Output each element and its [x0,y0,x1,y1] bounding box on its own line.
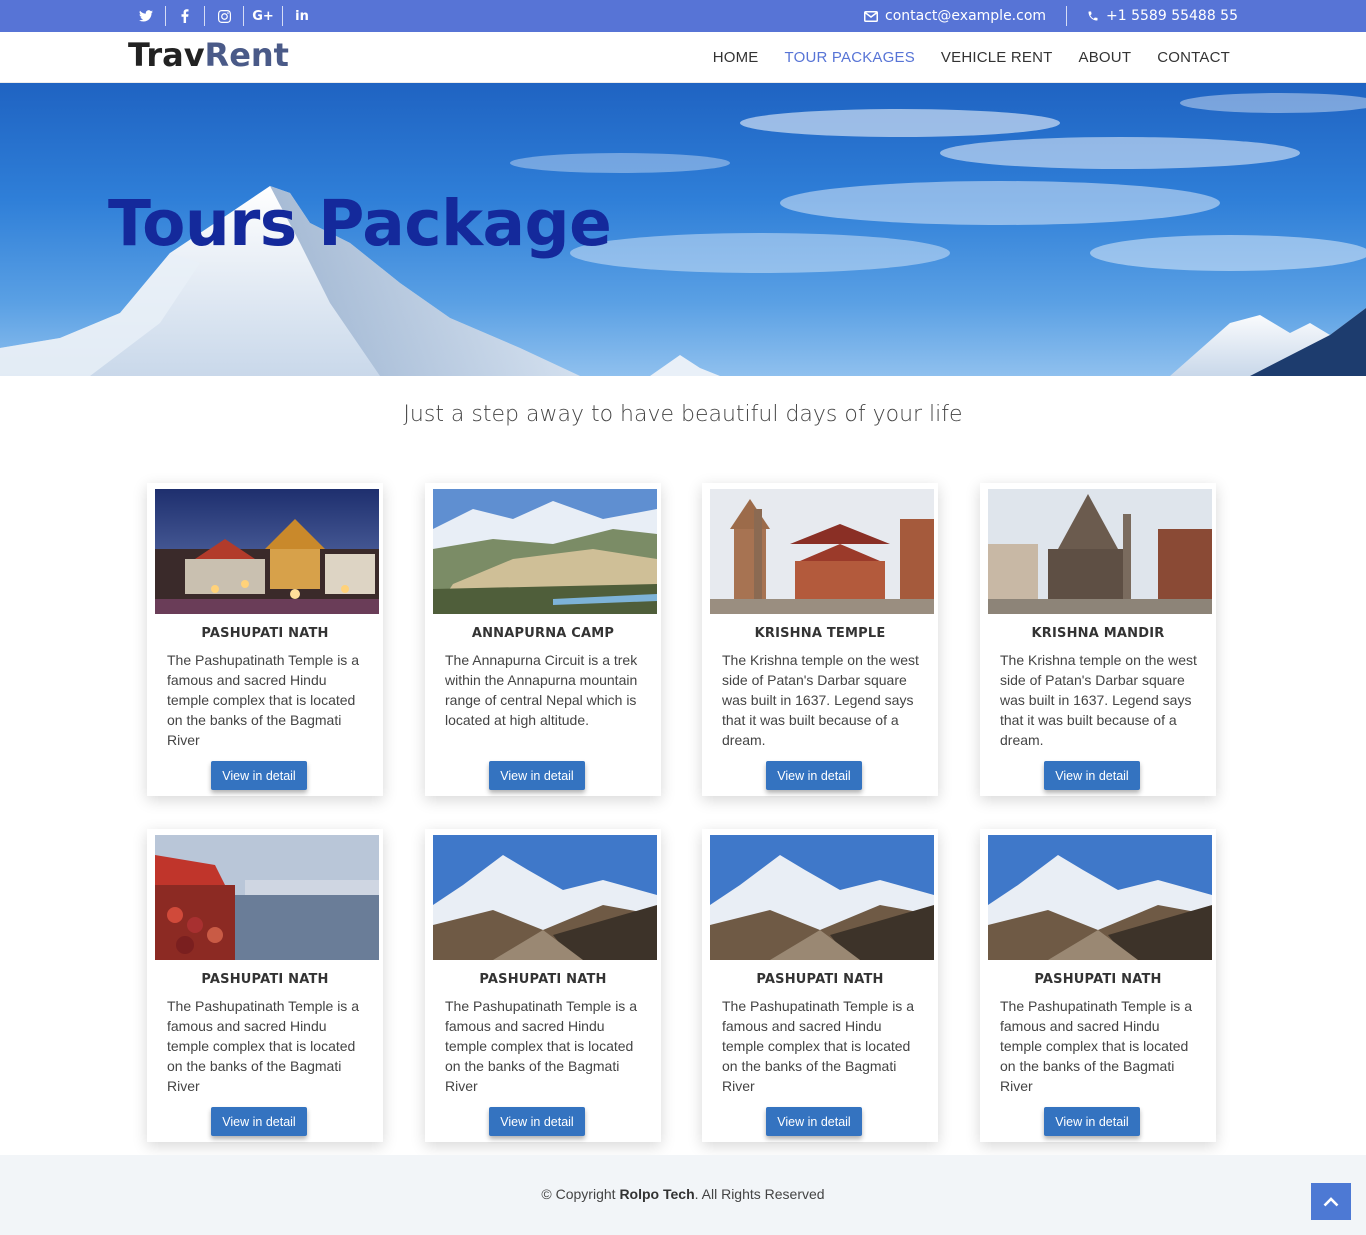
card-description: The Krishna temple on the west side of P… [722,652,919,748]
card-image [710,835,934,960]
view-detail-button[interactable]: View in detail [1044,1107,1140,1136]
view-detail-button[interactable]: View in detail [1044,761,1140,790]
logo-part1: Trav [128,36,205,74]
card-image [433,835,657,960]
site-logo[interactable]: TravRent [128,36,289,74]
card-description: The Pashupatinath Temple is a famous and… [445,998,637,1094]
card-description: The Annapurna Circuit is a trek within t… [445,652,638,728]
view-detail-button[interactable]: View in detail [766,1107,862,1136]
card-title: PASHUPATI NATH [201,972,329,987]
card-title: KRISHNA TEMPLE [754,626,886,641]
package-card: KRISHNA MANDIR The Krishna temple on the… [980,483,1216,796]
hero-title: Tours Package [108,187,612,260]
card-description: The Pashupatinath Temple is a famous and… [167,652,359,748]
google-plus-icon[interactable]: G+ [249,6,277,26]
card-image [155,835,379,960]
divider [165,6,166,26]
envelope-icon [864,10,879,22]
twitter-icon[interactable] [132,6,160,26]
card-title: ANNAPURNA CAMP [471,626,615,641]
card-image [155,489,379,614]
card-title: PASHUPATI NATH [1034,972,1162,987]
site-header: TravRent HOME TOUR PACKAGES VEHICLE RENT… [0,32,1366,83]
company-name: Rolpo Tech [619,1186,695,1202]
card-image [988,489,1212,614]
view-detail-button[interactable]: View in detail [489,761,585,790]
nav-about[interactable]: ABOUT [1079,49,1132,66]
facebook-icon[interactable] [171,6,199,26]
card-image [988,835,1212,960]
phone-icon [1088,11,1098,21]
card-title: PASHUPATI NATH [756,972,884,987]
copyright: © Copyright Rolpo Tech. All Rights Reser… [0,1186,1366,1202]
linkedin-icon[interactable]: in [288,6,316,26]
email-text: contact@example.com [885,8,1047,24]
chevron-up-icon [1323,1196,1339,1206]
package-card: KRISHNA TEMPLE The Krishna temple on the… [702,483,938,796]
card-title: KRISHNA MANDIR [1031,626,1165,641]
view-detail-button[interactable]: View in detail [211,1107,307,1136]
divider [1066,6,1068,26]
main-nav: HOME TOUR PACKAGES VEHICLE RENT ABOUT CO… [713,32,1230,83]
package-card: PASHUPATI NATH The Pashupatinath Temple … [425,829,661,1142]
card-description: The Pashupatinath Temple is a famous and… [722,998,914,1094]
package-card: PASHUPATI NATH The Pashupatinath Temple … [702,829,938,1142]
site-footer: © Copyright Rolpo Tech. All Rights Reser… [0,1155,1366,1235]
card-image [433,489,657,614]
back-to-top-button[interactable] [1311,1183,1351,1220]
view-detail-button[interactable]: View in detail [211,761,307,790]
top-bar: G+ in contact@example.com +1 5589 55488 … [0,0,1366,32]
contact-info: contact@example.com +1 5589 55488 55 [864,0,1238,32]
nav-home[interactable]: HOME [713,49,759,66]
nav-vehicle-rent[interactable]: VEHICLE RENT [941,49,1053,66]
instagram-icon[interactable] [210,6,238,26]
card-title: PASHUPATI NATH [479,972,607,987]
card-description: The Krishna temple on the west side of P… [1000,652,1197,748]
view-detail-button[interactable]: View in detail [766,761,862,790]
card-image [710,489,934,614]
copyright-suffix: . All Rights Reserved [694,1186,825,1202]
divider [243,6,244,26]
tagline: Just a step away to have beautiful days … [403,402,963,427]
card-title: PASHUPATI NATH [201,626,329,641]
phone-link[interactable]: +1 5589 55488 55 [1087,8,1238,24]
card-description: The Pashupatinath Temple is a famous and… [1000,998,1192,1094]
hero-banner: Tours Package [0,83,1366,376]
logo-part2: Rent [204,36,289,74]
divider [204,6,205,26]
package-card: PASHUPATI NATH The Pashupatinath Temple … [147,829,383,1142]
copyright-prefix: © Copyright [541,1186,616,1202]
package-card: PASHUPATI NATH The Pashupatinath Temple … [980,829,1216,1142]
email-link[interactable]: contact@example.com [864,8,1046,24]
phone-text: +1 5589 55488 55 [1106,8,1238,24]
divider [282,6,283,26]
social-links: G+ in [132,0,316,32]
nav-tour-packages[interactable]: TOUR PACKAGES [785,49,915,66]
package-card: PASHUPATI NATH The Pashupatinath Temple … [147,483,383,796]
nav-contact[interactable]: CONTACT [1157,49,1230,66]
view-detail-button[interactable]: View in detail [489,1107,585,1136]
package-card: ANNAPURNA CAMP The Annapurna Circuit is … [425,483,661,796]
card-description: The Pashupatinath Temple is a famous and… [167,998,359,1094]
